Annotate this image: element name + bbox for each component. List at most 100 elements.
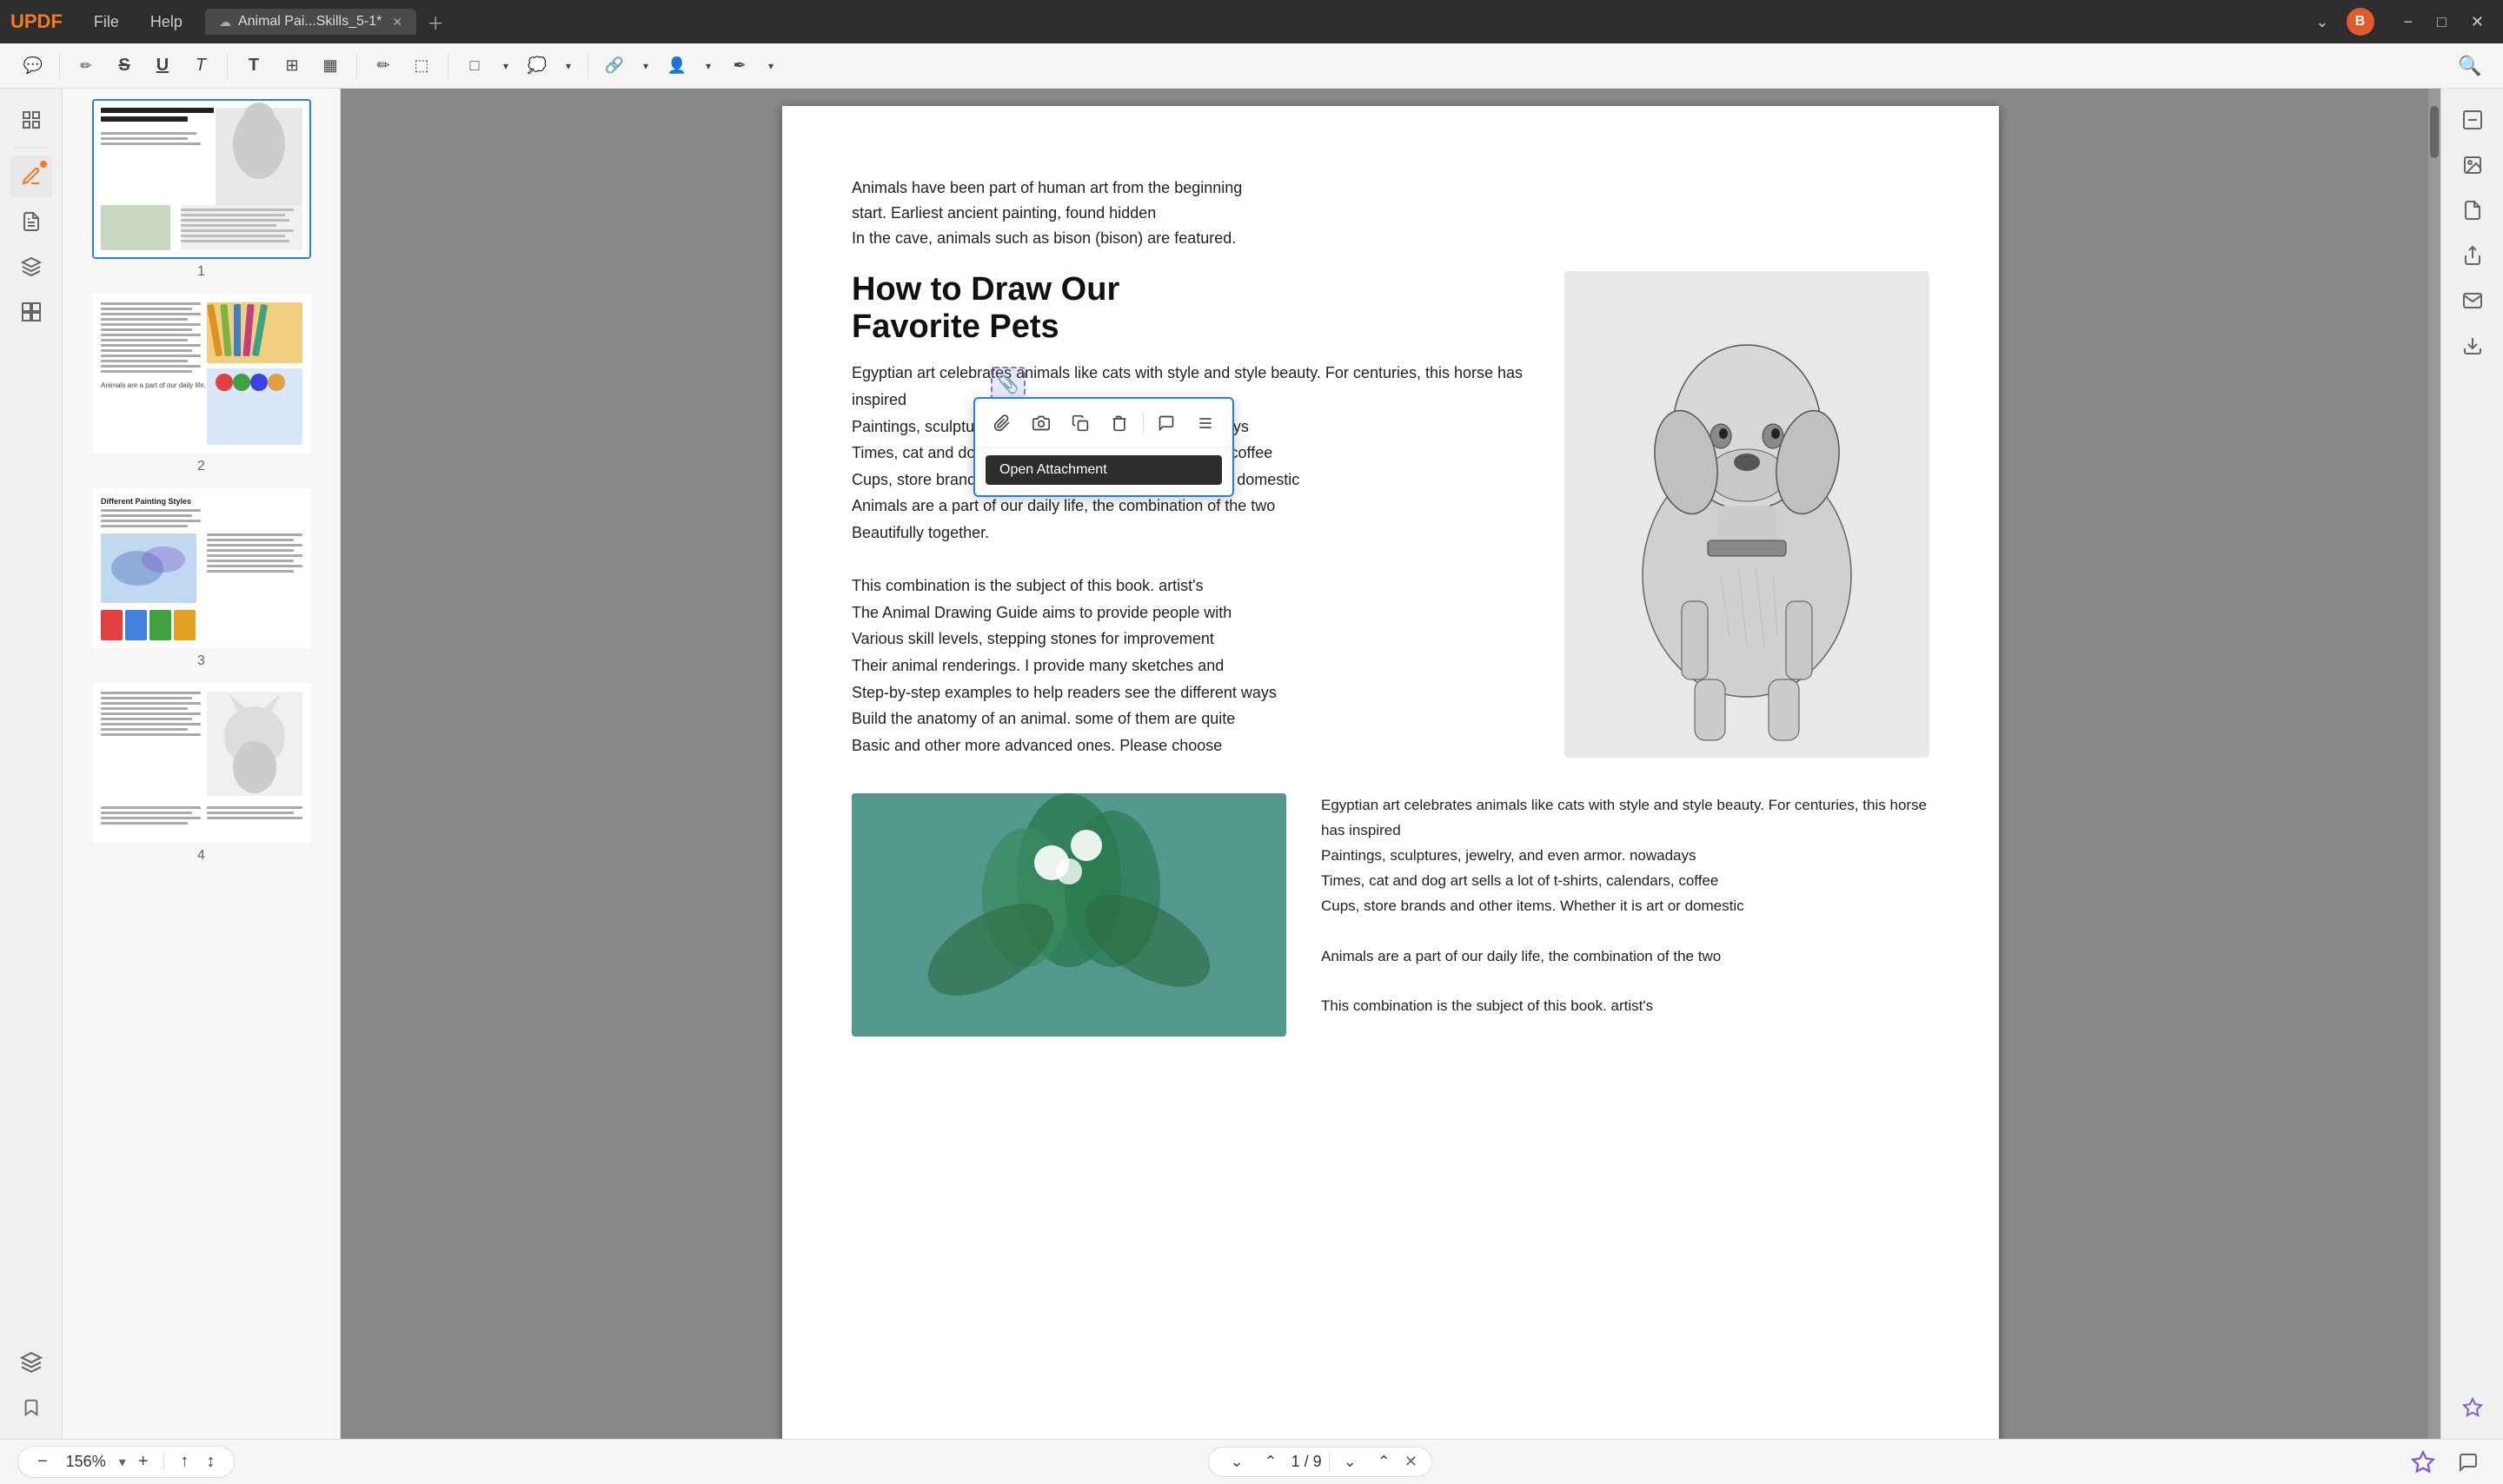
highlight-button[interactable]: ✏: [70, 50, 102, 82]
right-sidebar-image[interactable]: [2452, 144, 2493, 186]
pdf-bottom-section: Egyptian art celebrates animals like cat…: [852, 793, 1929, 1037]
separator-3: [356, 54, 357, 78]
thumb-frame-2: Animals are a part of our daily life.: [92, 294, 311, 454]
zoom-in-button[interactable]: +: [133, 1450, 154, 1474]
right-sidebar-email[interactable]: [2452, 280, 2493, 321]
separator-2: [227, 54, 228, 78]
pdf-page: Animals have been part of human art from…: [782, 106, 1999, 1439]
user-avatar[interactable]: B: [2347, 8, 2374, 36]
active-tab[interactable]: ☁ Animal Pai...Skills_5-1* ✕: [205, 9, 416, 35]
att-sep: [1143, 413, 1144, 434]
zoom-value: 156%: [60, 1453, 112, 1471]
signature-button[interactable]: ✒: [724, 50, 755, 82]
new-tab-button[interactable]: ＋: [423, 6, 448, 38]
titlebar-right: ⌄ B − □ ✕: [2308, 8, 2493, 36]
window-controls: − □ ✕: [2395, 10, 2493, 35]
comment-button-bottom[interactable]: [2451, 1445, 2486, 1480]
comment-button[interactable]: 💬: [17, 50, 49, 82]
page-sep: /: [1305, 1453, 1313, 1470]
scrollbar-thumb[interactable]: [2430, 106, 2439, 158]
shape-button[interactable]: □: [459, 50, 490, 82]
bottom-toolbar: − 156% ▾ + ↑ ↕ ⌄ ⌃ 1 / 9 ⌄ ⌃ ✕: [0, 1439, 2503, 1484]
attachment-popup: Open Attachment: [973, 397, 1234, 497]
link-dropdown-button[interactable]: ▾: [637, 50, 654, 82]
vertical-scrollbar[interactable]: [2428, 89, 2440, 1439]
page-total-num: 9: [1313, 1453, 1322, 1470]
thumbnail-1[interactable]: 1: [73, 99, 329, 280]
settings-btn[interactable]: [1190, 406, 1222, 441]
toolbar-right: 🔍: [2454, 50, 2486, 82]
right-sidebar-export[interactable]: [2452, 325, 2493, 367]
speech-dropdown-button[interactable]: ▾: [560, 50, 577, 82]
sidebar-icon-layers2[interactable]: [10, 1342, 52, 1383]
page-close-button[interactable]: ✕: [1404, 1453, 1417, 1471]
thumbnail-2[interactable]: Animals are a part of our daily life. 2: [73, 294, 329, 474]
help-menu[interactable]: Help: [136, 10, 196, 35]
right-sidebar-scan[interactable]: [2452, 99, 2493, 141]
signature-dropdown-button[interactable]: ▾: [762, 50, 780, 82]
sidebar-icon-pages2[interactable]: [10, 291, 52, 333]
thumb-frame-3: Different Painting Styles: [92, 488, 311, 648]
fit-height-button[interactable]: ↕: [201, 1450, 220, 1474]
sidebar-icon-annotation[interactable]: [10, 156, 52, 197]
chevron-down-icon[interactable]: ⌄: [2308, 10, 2335, 35]
open-attachment-label[interactable]: Open Attachment: [986, 455, 1222, 485]
pdf-intro-text: Animals have been part of human art from…: [852, 176, 1929, 250]
shape-dropdown-button[interactable]: ▾: [497, 50, 515, 82]
tab-area: ☁ Animal Pai...Skills_5-1* ✕ ＋: [205, 6, 2308, 38]
thumbnail-4[interactable]: 4: [73, 683, 329, 864]
fit-width-button[interactable]: ↑: [175, 1450, 194, 1474]
minimize-button[interactable]: −: [2395, 10, 2422, 35]
redact-button[interactable]: ▦: [315, 50, 346, 82]
thumb-page-2-content: Animals are a part of our daily life.: [94, 295, 309, 452]
text-insert-button[interactable]: T: [185, 50, 216, 82]
attachment-pin[interactable]: 📎: [991, 367, 1026, 401]
maximize-button[interactable]: □: [2428, 10, 2455, 35]
speech-bubble-button[interactable]: 💭: [521, 50, 553, 82]
file-menu[interactable]: File: [80, 10, 133, 35]
copy-button[interactable]: [1064, 406, 1096, 441]
page-next-button[interactable]: ⌃: [1258, 1451, 1285, 1473]
underline-button[interactable]: U: [147, 50, 178, 82]
ai-button-bottom[interactable]: [2406, 1445, 2440, 1480]
zoom-out-button[interactable]: −: [32, 1450, 53, 1474]
thumb-page-3-content: Different Painting Styles: [94, 490, 309, 646]
thumb-num-2: 2: [197, 459, 205, 474]
last-page-button[interactable]: ⌃: [1371, 1451, 1398, 1473]
thumb-num-1: 1: [197, 264, 205, 280]
textbox-button[interactable]: T: [238, 50, 269, 82]
callout-button[interactable]: ⊞: [276, 50, 308, 82]
comment-btn[interactable]: [1151, 406, 1183, 441]
attachment-toolbar: [975, 399, 1232, 448]
pencil-button[interactable]: ✏: [368, 50, 399, 82]
search-button[interactable]: 🔍: [2454, 50, 2486, 82]
sidebar-icon-bookmark[interactable]: [10, 1387, 52, 1428]
strikethrough-button[interactable]: S: [109, 50, 140, 82]
zoom-sep: [163, 1454, 164, 1471]
close-button[interactable]: ✕: [2462, 10, 2493, 35]
attach-file-button[interactable]: [986, 406, 1018, 441]
tab-close-button[interactable]: ✕: [392, 15, 402, 30]
eraser-button[interactable]: ⬚: [406, 50, 437, 82]
pdf-dog-image-column: [1564, 271, 1929, 759]
thumb-page-4-content: [94, 685, 309, 841]
page-prev-button[interactable]: ⌄: [1223, 1451, 1250, 1473]
pin-icon: 📎: [998, 374, 1019, 395]
main-area: 1: [0, 89, 2503, 1439]
stamp-dropdown-button[interactable]: ▾: [700, 50, 717, 82]
page-current-num: 1: [1291, 1453, 1300, 1470]
sidebar-icon-organize[interactable]: [10, 201, 52, 242]
delete-button[interactable]: [1104, 406, 1136, 441]
right-sidebar-download[interactable]: [2452, 189, 2493, 231]
right-sidebar-share[interactable]: [2452, 235, 2493, 276]
stamp-button[interactable]: 👤: [661, 50, 693, 82]
right-sidebar-ai[interactable]: [2452, 1387, 2493, 1428]
sidebar-icon-layers[interactable]: [10, 246, 52, 288]
sidebar-icon-pages[interactable]: [10, 99, 52, 141]
link-button[interactable]: 🔗: [599, 50, 630, 82]
pdf-top-section: How to Draw OurFavorite Pets Egyptian ar…: [852, 271, 1929, 759]
thumbnail-3[interactable]: Different Painting Styles: [73, 488, 329, 669]
camera-button[interactable]: [1025, 406, 1057, 441]
first-page-button[interactable]: ⌄: [1337, 1451, 1364, 1473]
zoom-dropdown-button[interactable]: ▾: [119, 1454, 126, 1471]
